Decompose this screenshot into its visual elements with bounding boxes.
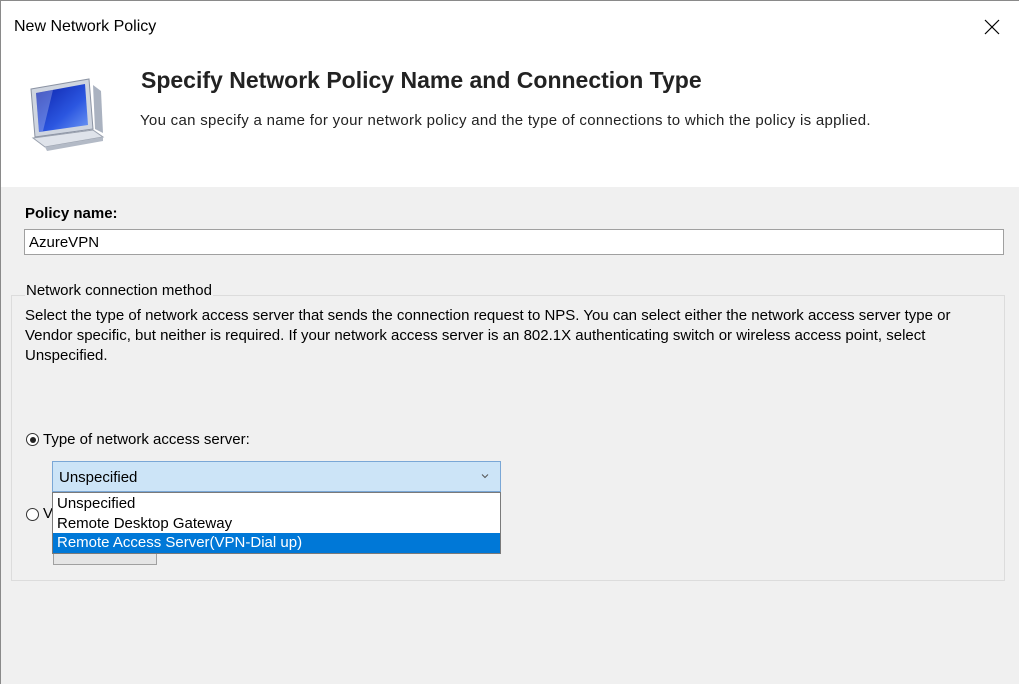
page-subtitle: You can specify a name for your network … bbox=[140, 112, 871, 129]
policy-name-input[interactable] bbox=[24, 229, 1004, 255]
network-monitor-icon bbox=[23, 75, 115, 153]
dropdown-option-unspecified[interactable]: Unspecified bbox=[53, 494, 500, 514]
window-title: New Network Policy bbox=[14, 18, 157, 35]
group-description: Select the type of network access server… bbox=[25, 307, 951, 364]
vendor-specific-radio[interactable] bbox=[26, 508, 39, 521]
nas-type-selected-value: Unspecified bbox=[59, 469, 138, 486]
close-icon bbox=[984, 19, 1000, 35]
page-title: Specify Network Policy Name and Connecti… bbox=[141, 67, 702, 93]
type-of-nas-label[interactable]: Type of network access server: bbox=[43, 431, 250, 448]
dropdown-option-remote-access-server[interactable]: Remote Access Server(VPN-Dial up) bbox=[53, 533, 500, 553]
dropdown-option-remote-desktop-gateway[interactable]: Remote Desktop Gateway bbox=[53, 514, 500, 534]
title-bar: New Network Policy bbox=[1, 1, 1019, 53]
policy-name-label: Policy name: bbox=[25, 205, 118, 222]
group-title: Network connection method bbox=[25, 282, 213, 299]
nas-type-select[interactable]: Unspecified bbox=[52, 461, 501, 492]
type-of-nas-radio[interactable] bbox=[26, 433, 39, 446]
wizard-header: Specify Network Policy Name and Connecti… bbox=[1, 53, 1019, 187]
close-button[interactable] bbox=[975, 11, 1009, 45]
chevron-down-icon bbox=[481, 474, 489, 479]
nas-type-dropdown-list: Unspecified Remote Desktop Gateway Remot… bbox=[52, 492, 501, 554]
new-network-policy-dialog: New Network Policy Specify Network Polic… bbox=[0, 0, 1019, 684]
